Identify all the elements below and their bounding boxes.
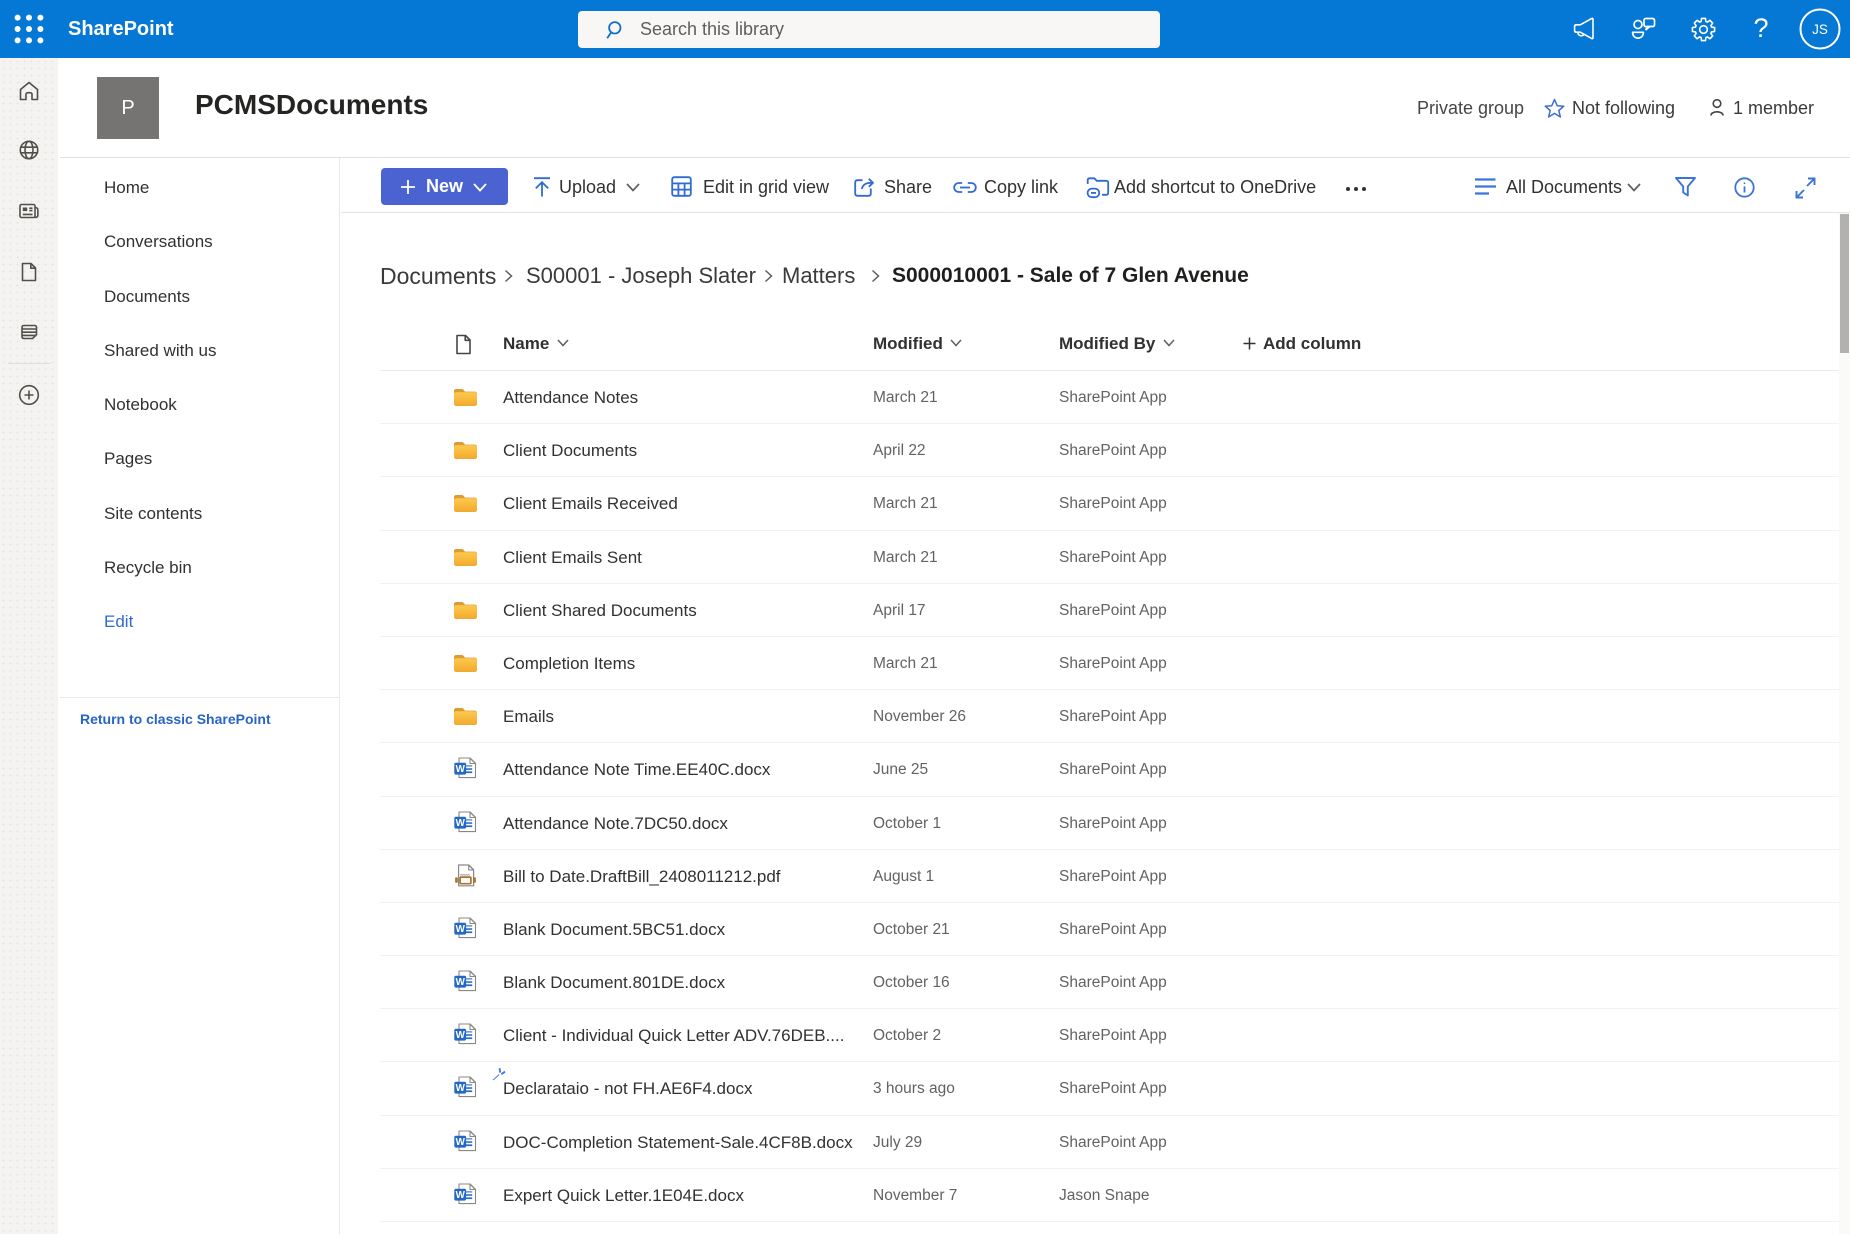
svg-text:JS: JS: [1812, 22, 1828, 37]
svg-text:W: W: [456, 818, 466, 829]
svg-text:W: W: [456, 1190, 466, 1201]
svg-text:W: W: [456, 1030, 466, 1041]
svg-text:W: W: [456, 1137, 466, 1148]
svg-text:W: W: [456, 977, 466, 988]
svg-text:W: W: [456, 924, 466, 935]
svg-text:W: W: [456, 1084, 466, 1095]
svg-text:W: W: [456, 765, 466, 776]
